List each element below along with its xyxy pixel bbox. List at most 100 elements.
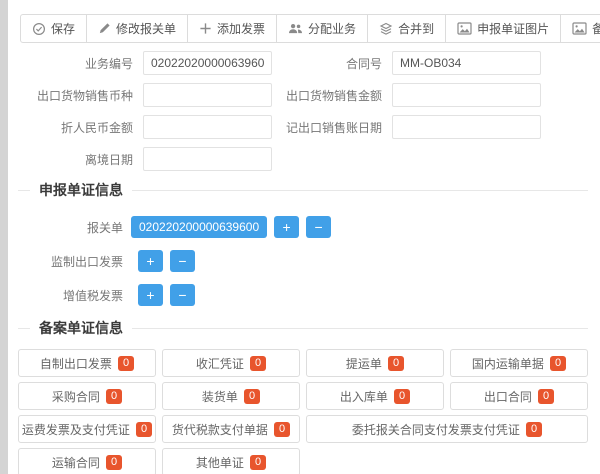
shipping-order-button[interactable]: 装货单 0	[162, 382, 300, 410]
count-badge: 0	[538, 389, 554, 404]
form-row: 业务编号	[18, 47, 272, 79]
count-badge: 0	[250, 356, 266, 371]
supervised-export-invoice-label: 监制出口发票	[18, 253, 131, 270]
rmb-amount-input[interactable]	[143, 115, 272, 139]
count-badge: 0	[250, 455, 266, 470]
form-row: 记出口销售账日期	[282, 111, 541, 143]
foreign-exchange-receipt-button[interactable]: 收汇凭证 0	[162, 349, 300, 377]
filing-button-label: 国内运输单据	[472, 355, 544, 372]
vat-invoice-label: 增值税发票	[18, 287, 131, 304]
count-badge: 0	[136, 422, 152, 437]
count-badge: 0	[550, 356, 566, 371]
image-icon	[457, 22, 472, 35]
form-row: 离境日期	[18, 143, 272, 175]
filing-section-title: 备案单证信息	[39, 318, 123, 338]
declaration-section-title: 申报单证信息	[39, 180, 123, 200]
business-number-label: 业务编号	[18, 55, 143, 72]
contract-number-input[interactable]	[392, 51, 541, 75]
filing-button-label: 采购合同	[52, 388, 100, 405]
declaration-section-header: 申报单证信息	[18, 180, 588, 200]
users-icon	[288, 22, 303, 35]
declaration-documents-section: 申报单证信息 报关单020220200000639600+−监制出口发票+−增值…	[18, 180, 588, 312]
forwarder-tax-payment-documents-button[interactable]: 货代税款支付单据0	[162, 415, 300, 443]
vat-invoice-remove-button[interactable]: −	[170, 284, 195, 306]
other-documents-button[interactable]: 其他单证 0	[162, 448, 300, 474]
circle-check-icon	[32, 22, 46, 36]
divider-line	[18, 328, 30, 329]
filing-button-label: 装货单	[202, 388, 238, 405]
customs-declaration-remove-button[interactable]: −	[306, 216, 331, 238]
filing-button-label: 收汇凭证	[196, 355, 244, 372]
toolbar-button-label: 备案单证图片	[592, 20, 600, 37]
entrusted-customs-payment-voucher-button[interactable]: 委托报关合同支付发票支付凭证0	[306, 415, 588, 443]
self-made-export-invoice-button[interactable]: 自制出口发票 0	[18, 349, 156, 377]
supervised-export-invoice-remove-button[interactable]: −	[170, 250, 195, 272]
business-number-input[interactable]	[143, 51, 272, 75]
filing-buttons-grid: 自制出口发票0收汇凭证0提运单0国内运输单据0采购合同0装货单0出入库单0出口合…	[18, 349, 588, 474]
filing-button-label: 自制出口发票	[40, 355, 112, 372]
departure-date-input[interactable]	[143, 147, 272, 171]
toolbar-button-save[interactable]: 保存	[21, 15, 87, 42]
count-badge: 0	[388, 356, 404, 371]
customs-declaration-label: 报关单	[18, 219, 131, 236]
export-sales-amount-input[interactable]	[392, 83, 541, 107]
form-left-column: 业务编号出口货物销售币种折人民币金额离境日期	[18, 47, 272, 175]
toolbar-button-merge-to[interactable]: 合并到	[368, 15, 446, 42]
customs-declaration-tag[interactable]: 020220200000639600	[131, 216, 267, 238]
count-badge: 0	[106, 389, 122, 404]
toolbar-button-add-invoice[interactable]: 添加发票	[188, 15, 277, 42]
export-sales-booking-date-label: 记出口销售账日期	[282, 119, 392, 136]
filing-button-label: 运费发票及支付凭证	[22, 421, 130, 438]
customs-declaration-add-button[interactable]: +	[274, 216, 299, 238]
filing-button-label: 提运单	[346, 355, 382, 372]
filing-button-label: 其他单证	[196, 454, 244, 471]
merge-icon	[379, 22, 393, 35]
vat-invoice-add-button[interactable]: +	[138, 284, 163, 306]
toolbar-button-label: 修改报关单	[116, 20, 176, 37]
divider-line	[132, 328, 588, 329]
count-badge: 0	[526, 422, 542, 437]
filing-button-label: 出口合同	[484, 388, 532, 405]
toolbar-button-declaration-doc-images[interactable]: 申报单证图片	[446, 15, 561, 42]
export-contract-button[interactable]: 出口合同 0	[450, 382, 588, 410]
toolbar-button-edit-declaration[interactable]: 修改报关单	[87, 15, 188, 42]
divider-line	[18, 190, 30, 191]
declaration-row: 增值税发票 +−	[18, 278, 588, 312]
domestic-transport-documents-button[interactable]: 国内运输单据 0	[450, 349, 588, 377]
declaration-rows: 报关单020220200000639600+−监制出口发票+−增值税发票+−	[18, 210, 588, 312]
form-row: 折人民币金额	[18, 111, 272, 143]
toolbar: 保存修改报关单添加发票分配业务合并到申报单证图片备案单证图片删除	[20, 14, 600, 43]
declaration-row: 监制出口发票 +−	[18, 244, 588, 278]
form-row: 出口货物销售金额	[282, 79, 541, 111]
count-badge: 0	[106, 455, 122, 470]
toolbar-button-filing-doc-images[interactable]: 备案单证图片	[561, 15, 600, 42]
rmb-amount-label: 折人民币金额	[18, 119, 143, 136]
toolbar-button-label: 添加发票	[217, 20, 265, 37]
toolbar-button-label: 合并到	[398, 20, 434, 37]
filing-button-label: 货代税款支付单据	[172, 421, 268, 438]
form-row: 出口货物销售币种	[18, 79, 272, 111]
freight-invoice-payment-voucher-button[interactable]: 运费发票及支付凭证 0	[18, 415, 156, 443]
image-icon	[572, 22, 587, 35]
customs-business-detail-page: 保存修改报关单添加发票分配业务合并到申报单证图片备案单证图片删除 业务编号出口货…	[0, 0, 600, 474]
filing-button-label: 出入库单	[340, 388, 388, 405]
export-currency-input[interactable]	[143, 83, 272, 107]
form-right-column: 合同号出口货物销售金额记出口销售账日期	[282, 47, 541, 143]
divider-line	[132, 190, 588, 191]
count-badge: 0	[394, 389, 410, 404]
bill-of-lading-button[interactable]: 提运单 0	[306, 349, 444, 377]
form-row: 合同号	[282, 47, 541, 79]
export-sales-booking-date-input[interactable]	[392, 115, 541, 139]
departure-date-label: 离境日期	[18, 151, 143, 168]
toolbar-button-assign-business[interactable]: 分配业务	[277, 15, 368, 42]
supervised-export-invoice-add-button[interactable]: +	[138, 250, 163, 272]
plus-icon	[199, 22, 212, 35]
count-badge: 0	[118, 356, 134, 371]
contract-number-label: 合同号	[282, 55, 392, 72]
toolbar-button-label: 保存	[51, 20, 75, 37]
warehouse-in-out-receipt-button[interactable]: 出入库单 0	[306, 382, 444, 410]
count-badge: 0	[244, 389, 260, 404]
purchase-contract-button[interactable]: 采购合同 0	[18, 382, 156, 410]
toolbar-button-label: 申报单证图片	[477, 20, 549, 37]
transport-contract-button[interactable]: 运输合同0	[18, 448, 156, 474]
